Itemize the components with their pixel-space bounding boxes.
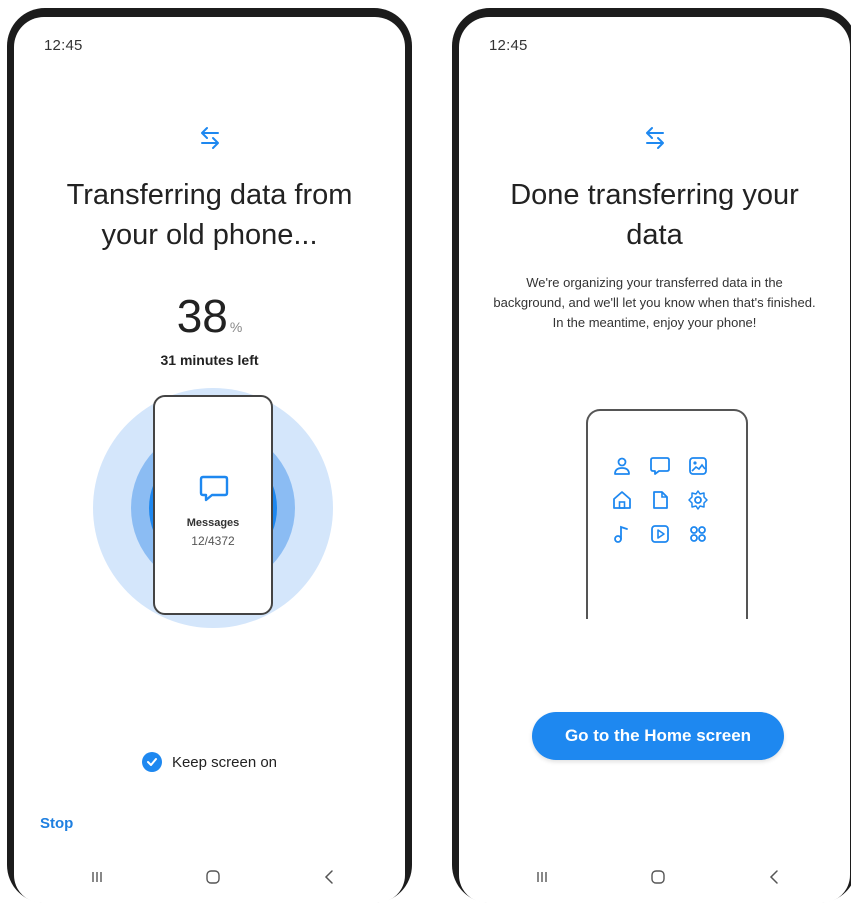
- recent-apps-button[interactable]: [82, 865, 112, 889]
- checkmark-icon: [146, 758, 157, 766]
- navigation-bar: [14, 865, 405, 889]
- category-label: Messages: [186, 517, 240, 529]
- phone-done: 12:45 Done transferring your data We're …: [452, 8, 851, 903]
- screen-transferring: 12:45 Transferring data from your old ph…: [14, 17, 405, 903]
- home-icon: [613, 491, 631, 509]
- keep-screen-on-label: Keep screen on: [171, 753, 278, 771]
- go-home-button[interactable]: Go to the Home screen: [532, 712, 784, 760]
- navigation-bar: [459, 865, 850, 889]
- back-nav-button[interactable]: [314, 865, 344, 889]
- document-icon: [653, 491, 668, 509]
- keep-screen-on-row[interactable]: Keep screen on: [14, 752, 405, 772]
- home-nav-button[interactable]: [198, 865, 228, 889]
- time-remaining: 31 minutes left: [160, 352, 259, 368]
- recent-apps-icon: [92, 872, 102, 882]
- back-icon: [769, 870, 778, 884]
- home-nav-button[interactable]: [643, 865, 673, 889]
- page-title: Transferring data from your old phone...: [66, 179, 353, 251]
- message-icon: [650, 457, 670, 475]
- phone-illustration: Messages 12/4372: [153, 395, 273, 615]
- settings-icon: [688, 490, 708, 510]
- stop-button[interactable]: Stop: [40, 815, 73, 832]
- back-icon: [324, 870, 333, 884]
- percent-value: 38: [176, 290, 228, 342]
- screen-done: 12:45 Done transferring your data We're …: [459, 17, 850, 903]
- recent-apps-icon: [537, 872, 547, 882]
- percent-sign: %: [229, 319, 243, 335]
- back-nav-button[interactable]: [759, 865, 789, 889]
- apps-icon: [690, 526, 706, 542]
- status-time: 12:45: [44, 37, 83, 54]
- progress-percent: 38%: [14, 289, 405, 343]
- transfer-arrows-icon: [200, 127, 219, 149]
- home-nav-icon: [651, 870, 665, 884]
- transfer-arrows-icon: [645, 127, 664, 149]
- category-progress: 12/4372: [191, 534, 235, 548]
- message-icon: [199, 475, 229, 502]
- home-nav-icon: [206, 870, 220, 884]
- page-title: Done transferring your data: [510, 179, 799, 251]
- gallery-icon: [689, 457, 707, 475]
- contact-icon: [614, 457, 630, 475]
- video-icon: [651, 525, 669, 543]
- done-description: We're organizing your transferred data i…: [493, 275, 816, 330]
- music-icon: [614, 525, 628, 543]
- phone-transferring: 12:45 Transferring data from your old ph…: [7, 8, 412, 903]
- keep-screen-on-checkbox[interactable]: [141, 752, 162, 772]
- app-icon-grid: [611, 455, 723, 545]
- recent-apps-button[interactable]: [527, 865, 557, 889]
- status-time: 12:45: [489, 37, 528, 54]
